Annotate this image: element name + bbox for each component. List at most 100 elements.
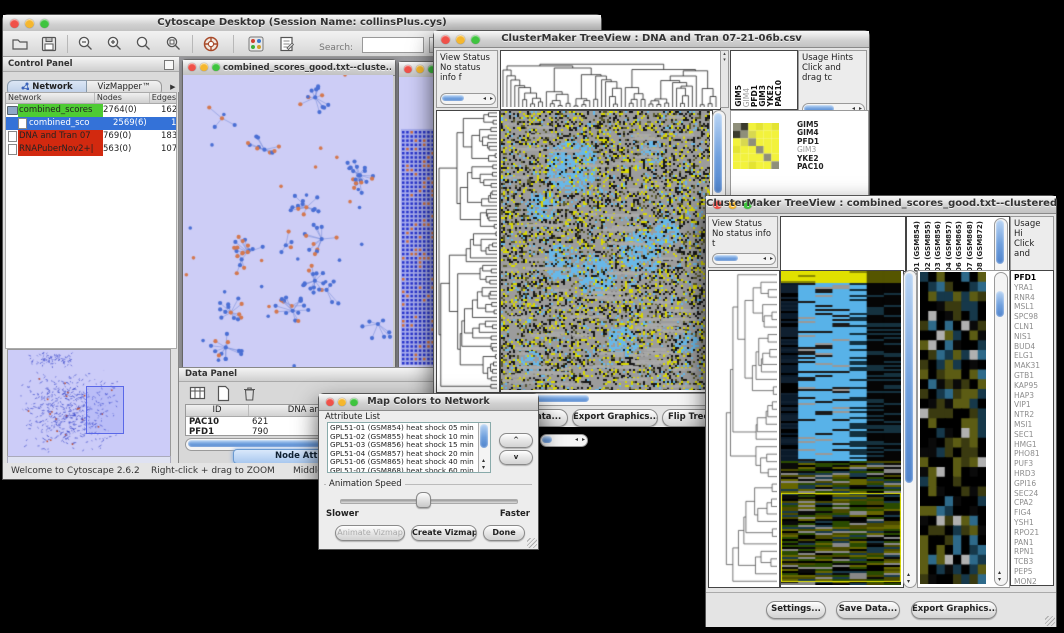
scrollbar-thumb[interactable] (442, 95, 464, 101)
float-panel-icon[interactable] (164, 60, 174, 70)
tv2-gene-label[interactable]: VIP1 (1014, 400, 1053, 410)
tv1-heatmap[interactable] (501, 111, 710, 390)
scrollbar-thumb[interactable] (905, 273, 913, 483)
tv2-heatmap-panel[interactable] (780, 270, 904, 588)
resize-grip[interactable] (1045, 616, 1055, 626)
tv2-gene-label[interactable]: HRD3 (1014, 469, 1053, 479)
tv2-gene-label[interactable]: BUD4 (1014, 342, 1053, 352)
tv1-column-label[interactable]: PAC10 (774, 80, 783, 107)
tv1-column-dendrogram[interactable] (501, 51, 718, 107)
attribute-list-vscrollbar[interactable]: ▴ ▾ (478, 423, 490, 472)
tv2-gene-label[interactable]: PHO81 (1014, 449, 1053, 459)
tv2-gene-label[interactable]: HAP3 (1014, 391, 1053, 401)
tv2-gene-label[interactable]: GTB1 (1014, 371, 1053, 381)
overview-viewport-rect[interactable] (86, 386, 124, 434)
done-button[interactable]: Done (483, 525, 525, 541)
speed-slider-thumb[interactable] (416, 492, 431, 508)
tv2-gene-label[interactable]: NTR2 (1014, 410, 1053, 420)
network-list-row[interactable]: combined_scores2764(0)16218(0) (6, 104, 176, 117)
scrollbar-thumb[interactable] (996, 220, 1004, 264)
tv1-export-graphics-button[interactable]: Export Graphics... (572, 409, 658, 427)
map-colors-dialog[interactable]: Map Colors to Network Attribute List GPL… (318, 393, 539, 550)
tv2-heatmap-vscrollbar[interactable]: ▴ ▾ (903, 270, 917, 588)
tv2-gene-label[interactable]: RPN1 (1014, 547, 1053, 557)
tv2-gene-label[interactable]: HMG1 (1014, 440, 1053, 450)
network-list-row[interactable]: RNAPuberNov2+|563(0)107847(0) (6, 143, 176, 156)
attribute-listbox[interactable]: GPL51-01 (GSM854) heat shock 05 minGPL51… (327, 422, 491, 473)
tv1-similarity-matrix[interactable] (733, 123, 779, 169)
tv2-gene-label[interactable]: KAP95 (1014, 381, 1053, 391)
move-up-button[interactable]: ^ (499, 433, 533, 448)
network-list-row[interactable]: combined_sco2569(6)13112(15) (6, 117, 176, 130)
window-controls[interactable] (404, 65, 436, 73)
scrollbar-thumb[interactable] (996, 291, 1004, 317)
move-down-button[interactable]: v (499, 450, 533, 465)
scrollbar-thumb[interactable] (714, 113, 722, 193)
delete-attribute-icon[interactable] (241, 385, 258, 406)
tv2-gene-label[interactable]: CPA2 (1014, 498, 1053, 508)
attribute-list-item[interactable]: GPL51-07 (GSM868) heat shock 60 min (330, 467, 488, 474)
save-icon[interactable] (40, 35, 58, 57)
tv2-gene-label[interactable]: PUF3 (1014, 459, 1053, 469)
tv2-gene-label[interactable]: CLN1 (1014, 322, 1053, 332)
tv2-settings-button[interactable]: Settings... (766, 601, 826, 619)
create-vizmap-button[interactable]: Create Vizmap (411, 525, 477, 541)
tv2-heatmap[interactable] (781, 271, 901, 585)
resize-grip[interactable] (527, 538, 537, 548)
tv2-gene-label[interactable]: NIS1 (1014, 332, 1053, 342)
tv2-gene-label[interactable]: MSI1 (1014, 420, 1053, 430)
tv2-gene-label[interactable]: RPO21 (1014, 528, 1053, 538)
network-view-window[interactable]: combined_scores_good.txt--cluste... (182, 59, 396, 367)
tv2-export-graphics-button[interactable]: Export Graphics... (911, 601, 997, 619)
tv1-arrow-strip[interactable]: ▴▾ (720, 50, 729, 108)
tv2-gene-label[interactable]: GPI16 (1014, 479, 1053, 489)
tab-overflow-button[interactable]: ▶ (170, 83, 175, 91)
animate-vizmap-button[interactable]: Animate Vizmap (335, 525, 405, 541)
scroll-right-arrow[interactable]: ▸ (490, 96, 493, 102)
attribute-select-icon[interactable] (189, 385, 206, 406)
open-file-icon[interactable] (11, 35, 29, 57)
treeview-window-combined[interactable]: ClusterMaker TreeView : combined_scores_… (705, 195, 1057, 627)
tv2-gene-label[interactable]: YRA1 (1014, 283, 1053, 293)
new-attribute-icon[interactable] (215, 385, 232, 406)
tv2-gene-label[interactable]: SEC24 (1014, 489, 1053, 499)
search-input[interactable] (362, 37, 424, 53)
scroll-left-arrow[interactable]: ◂ (575, 437, 578, 443)
minimize-icon[interactable] (416, 65, 424, 73)
tv2-gene-label[interactable]: FIG4 (1014, 508, 1053, 518)
close-icon[interactable] (188, 63, 196, 71)
tv2-titlebar[interactable]: ClusterMaker TreeView : combined_scores_… (706, 196, 1056, 214)
tv2-status-scrollbar[interactable]: ◂ ▸ (712, 253, 776, 265)
scroll-down-arrow[interactable]: ▾ (482, 465, 485, 471)
minimize-icon[interactable] (200, 63, 208, 71)
tv2-save-data-button[interactable]: Save Data... (836, 601, 900, 619)
zoom-selected-icon[interactable] (165, 35, 183, 57)
network-canvas[interactable] (183, 75, 393, 367)
zoom-icon[interactable] (212, 63, 220, 71)
col-nodes[interactable]: Nodes (95, 93, 150, 103)
tv1-row-dendrogram[interactable] (437, 111, 497, 390)
tv2-gene-list[interactable]: PFD1YRA1RNR4MSL1SPC98CLN1NIS1BUD4ELG1MAK… (1010, 270, 1054, 586)
network-overview-panel[interactable] (7, 349, 171, 457)
scroll-left-arrow[interactable]: ◂ (483, 96, 486, 102)
zoom-in-icon[interactable] (106, 35, 124, 57)
tv2-column-dendrogram-panel[interactable] (780, 216, 906, 272)
tv2-gene-label[interactable]: PFD1 (1014, 273, 1053, 283)
network-list-row[interactable]: DNA and Tran 07769(0)183728(0) (6, 130, 176, 143)
col-network[interactable]: Network (6, 93, 95, 103)
vizmapper-icon[interactable] (247, 35, 265, 57)
window-controls[interactable] (188, 63, 220, 71)
tv1-heatmap-panel[interactable] (500, 110, 713, 393)
close-icon[interactable] (404, 65, 412, 73)
tv2-gene-label[interactable]: ELG1 (1014, 351, 1053, 361)
scroll-down-arrow[interactable]: ▾ (907, 579, 910, 585)
tv2-gene-label[interactable]: RNR4 (1014, 293, 1053, 303)
tv2-row-dendrogram[interactable] (709, 271, 777, 585)
scroll-right-arrow[interactable]: ▸ (770, 256, 773, 262)
scrollbar-thumb[interactable] (542, 436, 552, 443)
tv1-row-dendrogram-panel[interactable] (436, 110, 500, 393)
tv2-gene-label[interactable]: PAN1 (1014, 538, 1053, 548)
scroll-right-arrow[interactable]: ▸ (582, 437, 585, 443)
table-col-id[interactable]: ID (186, 405, 249, 416)
annotation-icon[interactable] (278, 35, 296, 57)
